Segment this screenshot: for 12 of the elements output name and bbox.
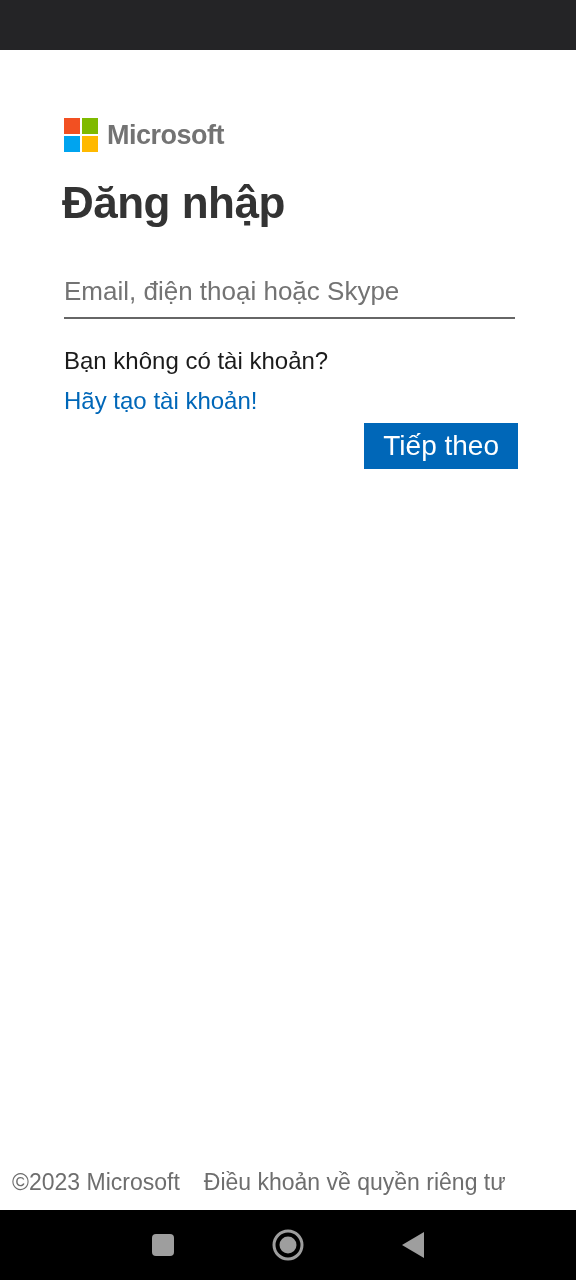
privacy-terms-link[interactable]: Điều khoản về quyền riêng tư: [203, 1169, 506, 1196]
recent-apps-icon[interactable]: [152, 1234, 174, 1256]
email-field[interactable]: Email, điện thoại hoặc Skype: [64, 268, 515, 319]
copyright-text: ©2023 Microsoft: [12, 1169, 180, 1196]
logo-text: Microsoft: [107, 119, 224, 151]
home-icon[interactable]: [272, 1229, 304, 1261]
back-icon[interactable]: [402, 1232, 424, 1258]
signup-prompt: Bạn không có tài khoản? Hãy tạo tài khoản!: [64, 346, 330, 416]
next-button[interactable]: Tiếp theo: [364, 423, 518, 469]
microsoft-logo-icon: [64, 118, 98, 152]
create-account-link[interactable]: Hãy tạo tài khoản!: [64, 387, 258, 414]
page-heading: Đăng nhập: [62, 178, 286, 228]
